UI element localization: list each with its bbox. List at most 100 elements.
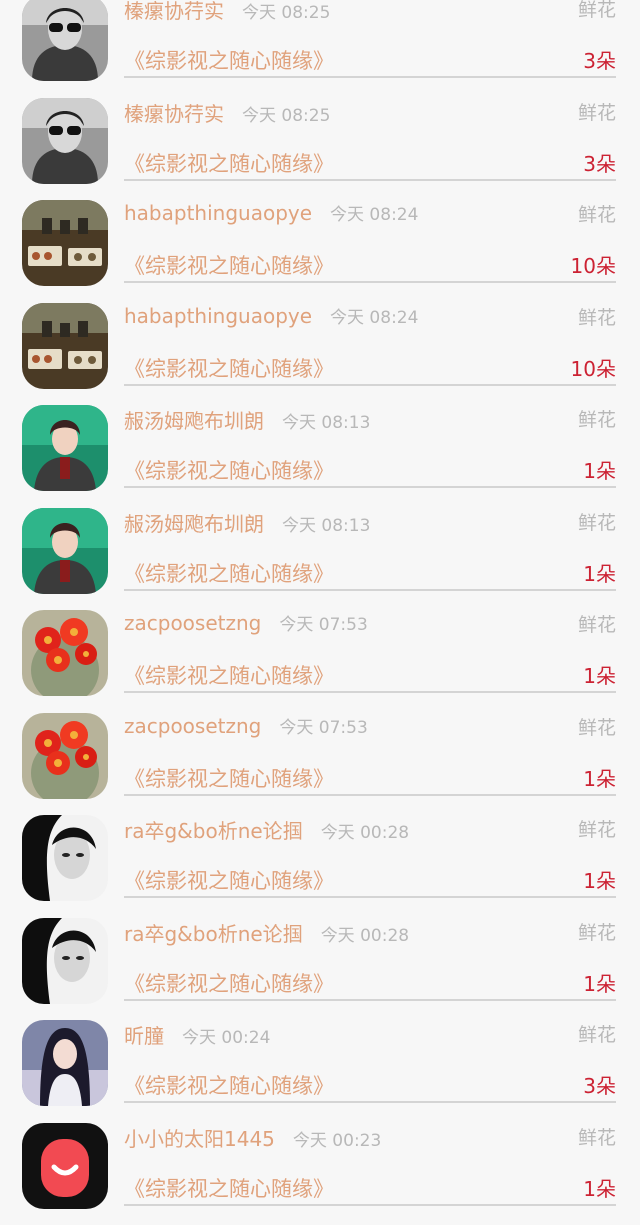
gift-record-row[interactable]: zacpoosetzng 今天 07:53 鲜花《综影视之随心随缘》 1朵 — [0, 713, 640, 816]
gift-record-row[interactable]: habapthinguaopye 今天 08:24 鲜花《综影视之随心随缘》 10朵 — [0, 200, 640, 303]
timestamp: 今天 00:24 — [182, 1028, 270, 1048]
gift-count: 1朵 — [583, 763, 616, 792]
gift-count: 10朵 — [571, 353, 616, 382]
timestamp: 今天 08:24 — [330, 308, 418, 328]
gift-record-row[interactable]: 赧汤姆飑布圳朗今天 08:13鲜花《综影视之随心随缘》1朵 — [0, 405, 640, 508]
row-divider — [124, 794, 616, 796]
row-divider — [124, 384, 616, 386]
book-title-link[interactable]: 《综影视之随心随缘》 — [124, 1173, 334, 1203]
user-name[interactable]: 赧汤姆飑布圳朗今天 08:13 — [124, 508, 370, 537]
user-name[interactable]: 榛瘰协荇实今天 08:25 — [124, 98, 330, 127]
user-name-text[interactable]: zacpoosetzng — [124, 611, 261, 635]
avatar-food-table-icon[interactable] — [22, 303, 108, 389]
user-name-text[interactable]: 赧汤姆飑布圳朗 — [124, 512, 264, 536]
row-divider — [124, 691, 616, 693]
timestamp: 今天 07:53 — [279, 718, 367, 738]
book-title-link[interactable]: 《综影视之随心随缘》 — [124, 968, 334, 998]
gift-count: 1朵 — [583, 968, 616, 997]
gift-count: 1朵 — [583, 558, 616, 587]
gift-record-row[interactable]: ra卒g&bo析ne论掴今天 00:28 鲜花《综影视之随心随缘》 1朵 — [0, 815, 640, 918]
gift-type-label: 鲜花 — [578, 0, 616, 22]
book-title-link[interactable]: 《综影视之随心随缘》 — [124, 763, 334, 793]
book-title-link[interactable]: 《综影视之随心随缘》 — [124, 660, 334, 690]
book-title-link[interactable]: 《综影视之随心随缘》 — [124, 148, 334, 178]
user-name-text[interactable]: ra卒g&bo析ne论掴 — [124, 922, 303, 946]
book-title-link[interactable]: 《综影视之随心随缘》 — [124, 1070, 334, 1100]
avatar-cactus-flower-icon[interactable] — [22, 610, 108, 696]
gift-type-label: 鲜花 — [578, 405, 616, 432]
user-name-text[interactable]: 小小的太阳1445 — [124, 1127, 275, 1151]
row-divider — [124, 1204, 616, 1206]
gift-type-label: 鲜花 — [578, 200, 616, 227]
user-name-text[interactable]: 昕朣 — [124, 1024, 164, 1048]
avatar-bw-portrait-icon[interactable] — [22, 815, 108, 901]
gift-record-row[interactable]: 榛瘰协荇实今天 08:25鲜花《综影视之随心随缘》3朵 — [0, 98, 640, 201]
avatar-cactus-flower-icon[interactable] — [22, 713, 108, 799]
user-name-text[interactable]: 赧汤姆飑布圳朗 — [124, 409, 264, 433]
avatar-anime-man-icon[interactable] — [22, 508, 108, 594]
gift-count: 3朵 — [583, 1070, 616, 1099]
user-name-text[interactable]: habapthinguaopye — [124, 201, 312, 225]
book-title-link[interactable]: 《综影视之随心随缘》 — [124, 865, 334, 895]
timestamp: 今天 08:25 — [242, 3, 330, 23]
avatar-sunglasses-woman-icon[interactable] — [22, 0, 108, 81]
user-name[interactable]: ra卒g&bo析ne论掴今天 00:28 — [124, 918, 409, 947]
timestamp: 今天 08:24 — [330, 205, 418, 225]
user-name[interactable]: habapthinguaopye 今天 08:24 — [124, 200, 418, 225]
row-divider — [124, 1101, 616, 1103]
timestamp: 今天 00:28 — [321, 926, 409, 946]
user-name[interactable]: 小小的太阳1445今天 00:23 — [124, 1123, 381, 1152]
gift-type-label: 鲜花 — [578, 508, 616, 535]
book-title-link[interactable]: 《综影视之随心随缘》 — [124, 353, 334, 383]
user-name-text[interactable]: habapthinguaopye — [124, 304, 312, 328]
timestamp: 今天 08:13 — [282, 516, 370, 536]
gift-record-row[interactable]: 昕朣今天 00:24 鲜花《综影视之随心随缘》 3朵 — [0, 1020, 640, 1123]
book-title-link[interactable]: 《综影视之随心随缘》 — [124, 45, 334, 75]
gift-record-row[interactable]: ra卒g&bo析ne论掴今天 00:28 鲜花《综影视之随心随缘》 1朵 — [0, 918, 640, 1021]
gift-count: 3朵 — [583, 45, 616, 74]
book-title-link[interactable]: 《综影视之随心随缘》 — [124, 558, 334, 588]
user-name-text[interactable]: zacpoosetzng — [124, 714, 261, 738]
gift-record-row[interactable]: 赧汤姆飑布圳朗今天 08:13 鲜花《综影视之随心随缘》 1朵 — [0, 508, 640, 611]
book-title-link[interactable]: 《综影视之随心随缘》 — [124, 250, 334, 280]
gift-count: 10朵 — [571, 250, 616, 279]
timestamp: 今天 08:13 — [282, 413, 370, 433]
user-name[interactable]: ra卒g&bo析ne论掴今天 00:28 — [124, 815, 409, 844]
user-name-text[interactable]: ra卒g&bo析ne论掴 — [124, 819, 303, 843]
avatar-anime-girl-icon[interactable] — [22, 1020, 108, 1106]
user-name[interactable]: habapthinguaopye 今天 08:24 — [124, 303, 418, 328]
gift-type-label: 鲜花 — [578, 713, 616, 740]
row-divider — [124, 589, 616, 591]
user-name-text[interactable]: 榛瘰协荇实 — [124, 0, 224, 23]
user-name-text[interactable]: 榛瘰协荇实 — [124, 102, 224, 126]
user-name[interactable]: 昕朣今天 00:24 — [124, 1020, 270, 1049]
avatar-sunglasses-woman-icon[interactable] — [22, 98, 108, 184]
avatar-anime-man-icon[interactable] — [22, 405, 108, 491]
user-name[interactable]: 榛瘰协荇实今天 08:25 — [124, 0, 330, 24]
timestamp: 今天 00:28 — [321, 823, 409, 843]
avatar-food-table-icon[interactable] — [22, 200, 108, 286]
book-title-link[interactable]: 《综影视之随心随缘》 — [124, 455, 334, 485]
gift-type-label: 鲜花 — [578, 918, 616, 945]
gift-record-row[interactable]: habapthinguaopye 今天 08:24 鲜花《综影视之随心随缘》 10朵 — [0, 303, 640, 406]
gift-type-label: 鲜花 — [578, 1020, 616, 1047]
gift-type-label: 鲜花 — [578, 303, 616, 330]
gift-record-row[interactable]: 小小的太阳1445今天 00:23鲜花《综影视之随心随缘》1朵 — [0, 1123, 640, 1225]
row-divider — [124, 281, 616, 283]
row-divider — [124, 179, 616, 181]
gift-count: 1朵 — [583, 865, 616, 894]
user-name[interactable]: 赧汤姆飑布圳朗今天 08:13 — [124, 405, 370, 434]
user-name[interactable]: zacpoosetzng 今天 07:53 — [124, 713, 368, 738]
gift-record-row[interactable]: zacpoosetzng今天 07:53 鲜花《综影视之随心随缘》 1朵 — [0, 610, 640, 713]
gift-type-label: 鲜花 — [578, 815, 616, 842]
row-divider — [124, 486, 616, 488]
row-divider — [124, 999, 616, 1001]
gift-type-label: 鲜花 — [578, 610, 616, 637]
user-name[interactable]: zacpoosetzng今天 07:53 — [124, 610, 368, 635]
avatar-smile-logo-icon[interactable] — [22, 1123, 108, 1209]
gift-record-row[interactable]: 榛瘰协荇实今天 08:25 鲜花《综影视之随心随缘》 3朵 — [0, 0, 640, 98]
gift-count: 1朵 — [583, 660, 616, 689]
gift-type-label: 鲜花 — [578, 98, 616, 125]
avatar-bw-portrait-icon[interactable] — [22, 918, 108, 1004]
gift-count: 1朵 — [583, 1173, 616, 1202]
